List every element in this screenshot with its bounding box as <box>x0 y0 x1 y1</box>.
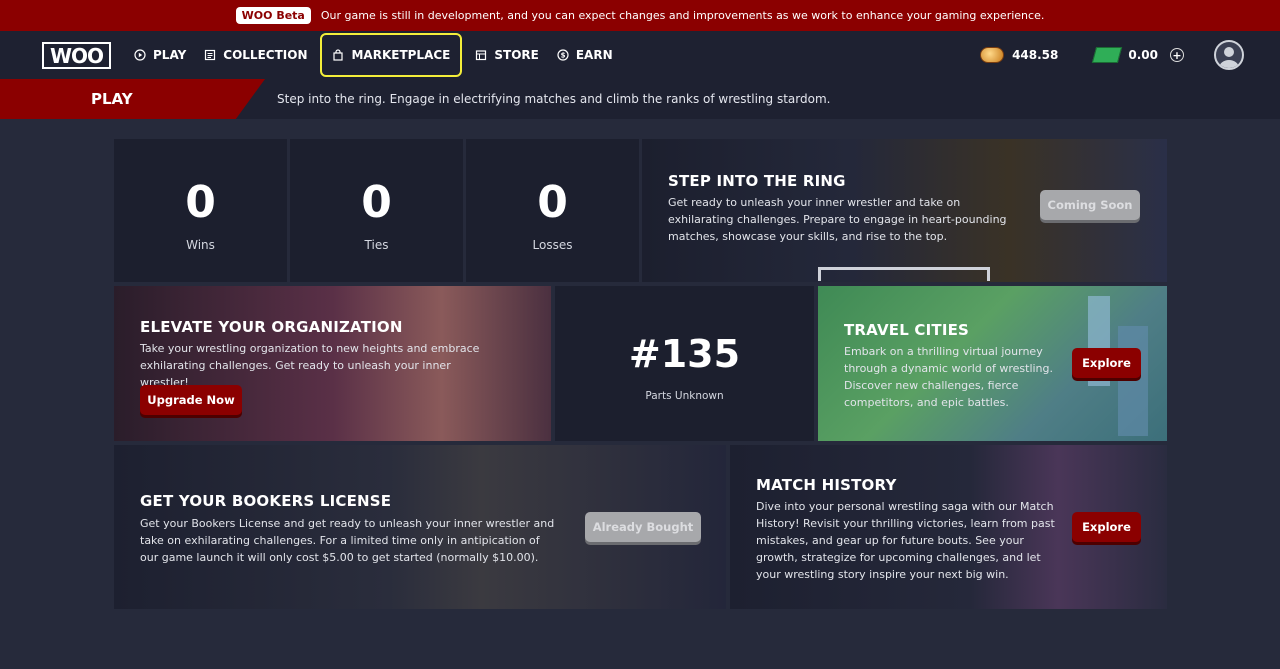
user-avatar[interactable] <box>1214 40 1244 70</box>
bookers-description: Get your Bookers License and get ready t… <box>140 517 555 564</box>
wins-card: 0 Wins <box>114 139 287 282</box>
already-bought-button[interactable]: Already Bought <box>585 512 701 542</box>
travel-cities-card: TRAVEL CITIES Embark on a thrilling virt… <box>818 286 1167 441</box>
nav-play-label: PLAY <box>153 48 187 62</box>
nav-earn-label: EARN <box>575 48 613 62</box>
nav-store-label: STORE <box>494 48 539 62</box>
nav-collection[interactable]: COLLECTION <box>195 33 316 77</box>
ring-description: Get ready to unleash your inner wrestler… <box>668 196 1007 243</box>
add-funds-plus-icon[interactable]: + <box>1170 48 1184 62</box>
ring-rope-graphic <box>818 267 990 281</box>
store-icon <box>475 49 487 61</box>
ties-label: Ties <box>364 238 389 252</box>
rank-location: Parts Unknown <box>645 390 724 402</box>
history-description: Dive into your personal wrestling saga w… <box>756 500 1055 581</box>
play-tab: PLAY <box>0 79 265 119</box>
beta-banner: WOO Beta Our game is still in developmen… <box>0 0 1280 31</box>
coin-amount: 448.58 <box>1012 48 1059 62</box>
city-building-graphic <box>1118 326 1148 436</box>
shopping-bag-icon <box>332 49 344 61</box>
coin-icon <box>980 47 1005 63</box>
beta-badge: WOO Beta <box>235 7 311 24</box>
ties-count: 0 <box>361 177 392 228</box>
cash-balance: 0.00 + <box>1092 47 1184 63</box>
coin-balance: 448.58 <box>980 47 1058 63</box>
beta-message: Our game is still in development, and yo… <box>320 9 1045 22</box>
nav-store[interactable]: STORE <box>466 33 547 77</box>
ties-card: 0 Ties <box>290 139 463 282</box>
organization-title: ELEVATE YOUR ORGANIZATION <box>140 318 403 336</box>
collection-icon <box>204 49 216 61</box>
user-icon <box>1219 47 1239 68</box>
wins-count: 0 <box>185 177 216 228</box>
nav-earn[interactable]: $ EARN <box>548 33 622 77</box>
history-title: MATCH HISTORY <box>756 476 897 494</box>
play-section-title: PLAY <box>91 90 133 108</box>
match-history-card: MATCH HISTORY Dive into your personal wr… <box>730 445 1167 609</box>
losses-card: 0 Losses <box>466 139 639 282</box>
travel-description: Embark on a thrilling virtual journey th… <box>844 345 1054 409</box>
nav-play[interactable]: PLAY <box>125 33 195 77</box>
upgrade-now-button[interactable]: Upgrade Now <box>140 385 242 415</box>
ring-title: STEP INTO THE RING <box>668 172 846 190</box>
elevate-organization-card: ELEVATE YOUR ORGANIZATION Take your wres… <box>114 286 551 441</box>
cash-icon <box>1092 47 1123 63</box>
woo-logo[interactable]: WOO <box>42 42 111 69</box>
cash-amount: 0.00 <box>1128 48 1158 62</box>
nav-menu: PLAY COLLECTION MARKETPLACE STORE $ EARN <box>125 31 622 79</box>
travel-title: TRAVEL CITIES <box>844 321 970 339</box>
wins-label: Wins <box>186 238 215 252</box>
travel-explore-button[interactable]: Explore <box>1072 348 1141 378</box>
bookers-license-card: GET YOUR BOOKERS LICENSE Get your Booker… <box>114 445 726 609</box>
coming-soon-button[interactable]: Coming Soon <box>1040 190 1140 220</box>
play-circle-icon <box>134 49 146 61</box>
wallet-area: 448.58 0.00 + <box>980 31 1244 79</box>
losses-label: Losses <box>532 238 573 252</box>
history-explore-button[interactable]: Explore <box>1072 512 1141 542</box>
step-into-ring-card: STEP INTO THE RING Get ready to unleash … <box>642 139 1167 282</box>
svg-text:$: $ <box>560 52 565 60</box>
play-section-description: Step into the ring. Engage in electrifyi… <box>277 92 831 106</box>
dollar-circle-icon: $ <box>557 49 569 61</box>
bookers-title: GET YOUR BOOKERS LICENSE <box>140 492 392 510</box>
top-navigation: WOO PLAY COLLECTION MARKETPLACE STORE $ … <box>0 31 1280 79</box>
nav-marketplace[interactable]: MARKETPLACE <box>320 33 463 77</box>
nav-collection-label: COLLECTION <box>223 48 308 62</box>
nav-marketplace-label: MARKETPLACE <box>351 48 451 62</box>
rank-number: #135 <box>628 332 741 376</box>
losses-count: 0 <box>537 177 568 228</box>
play-section-bar: PLAY Step into the ring. Engage in elect… <box>0 79 1280 119</box>
rank-card: #135 Parts Unknown <box>555 286 814 441</box>
organization-description: Take your wrestling organization to new … <box>140 342 480 389</box>
